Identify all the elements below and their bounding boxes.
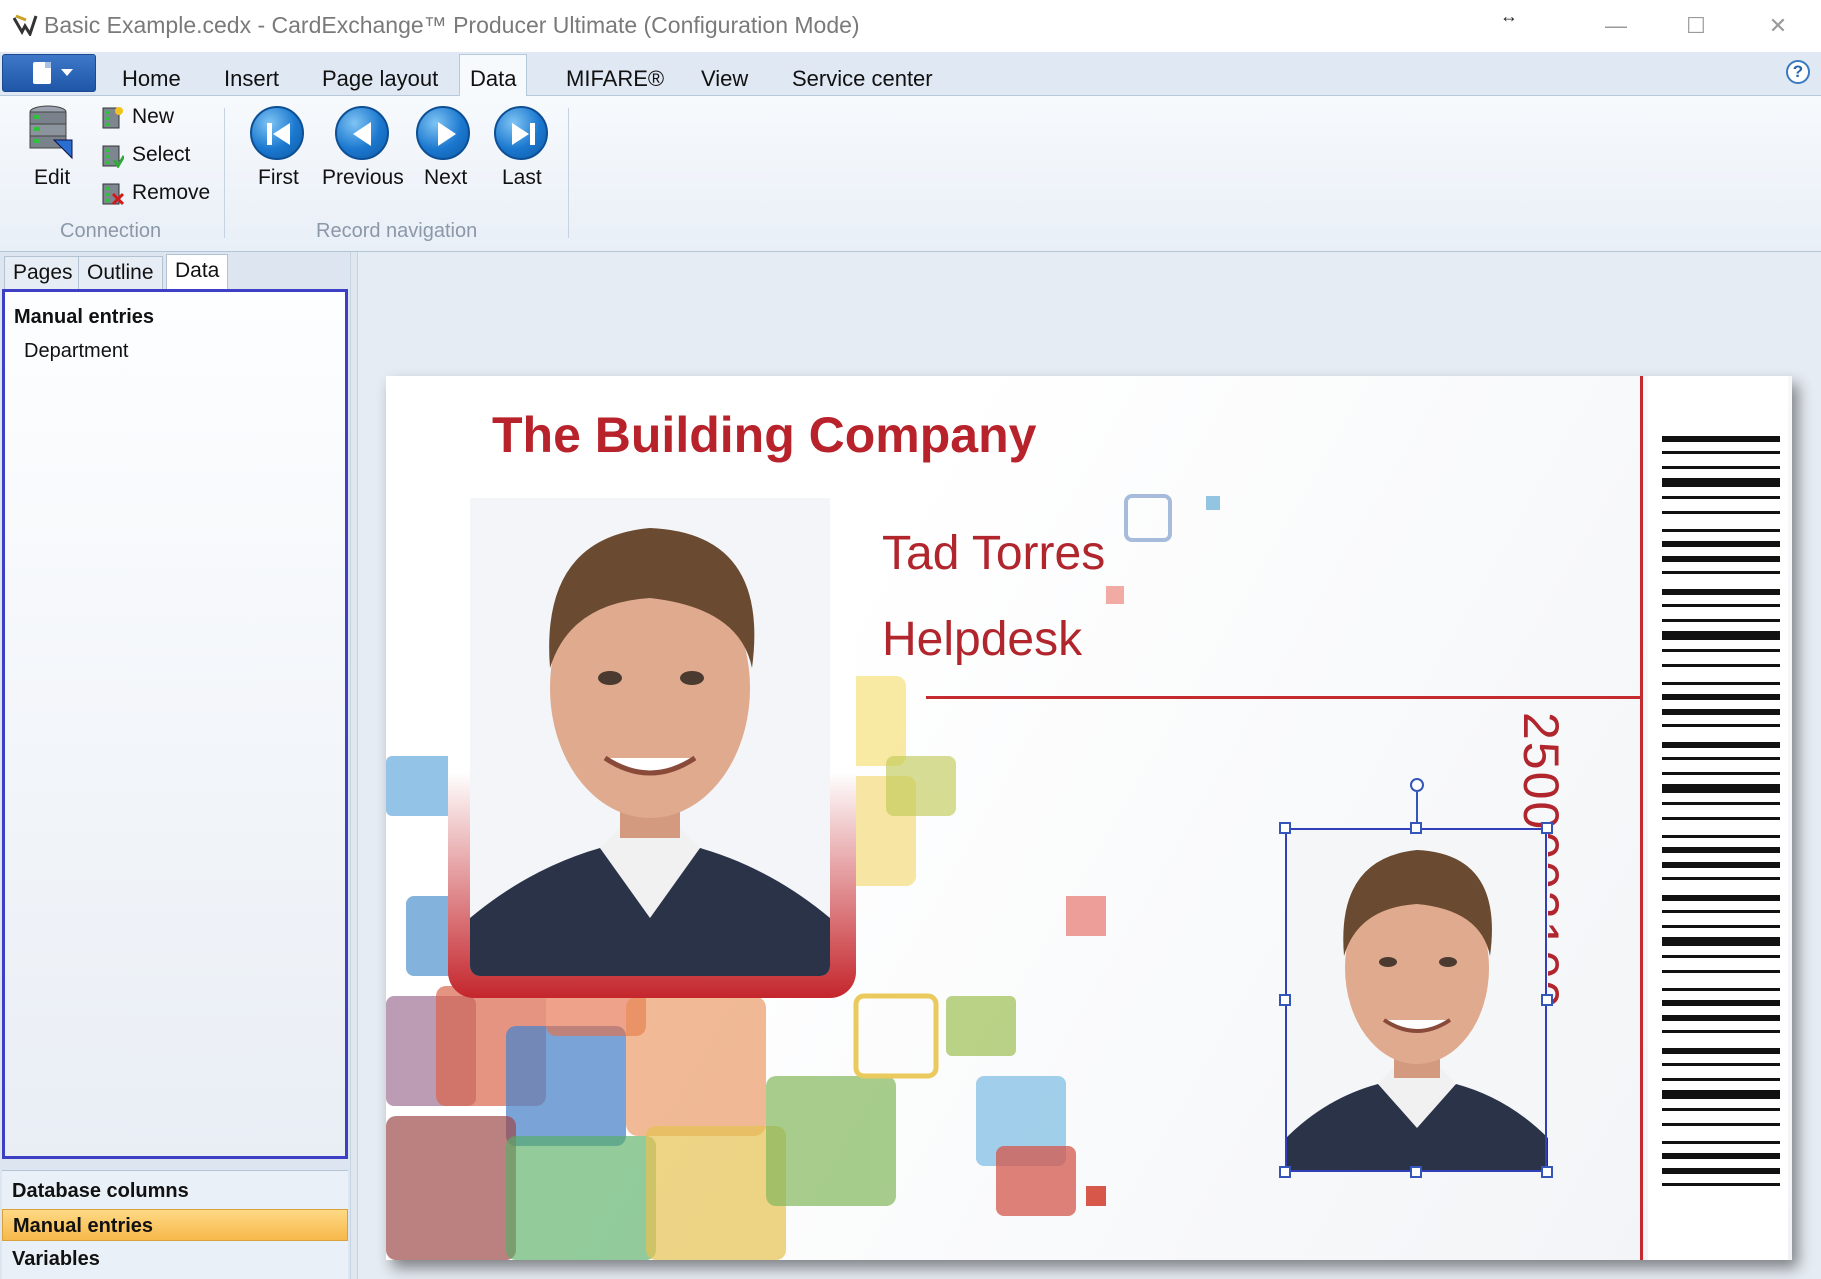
title-bar: Basic Example.cedx - CardExchange™ Produ… bbox=[0, 0, 1821, 52]
previous-record-icon bbox=[335, 106, 389, 160]
group-separator bbox=[568, 108, 569, 238]
resize-handle-bottom-right[interactable] bbox=[1541, 1166, 1553, 1178]
remove-button[interactable]: Remove bbox=[102, 178, 212, 210]
next-record-button[interactable]: Next bbox=[414, 96, 474, 192]
next-label: Next bbox=[424, 166, 468, 189]
company-name[interactable]: The Building Company bbox=[492, 406, 1036, 464]
window-title: Basic Example.cedx - CardExchange™ Produ… bbox=[44, 12, 860, 38]
resize-handle-right[interactable] bbox=[1541, 994, 1553, 1006]
tab-data-panel[interactable]: Data bbox=[166, 254, 229, 291]
nav-variables[interactable]: Variables bbox=[2, 1243, 348, 1275]
barcode[interactable] bbox=[1648, 376, 1788, 1260]
nav-database-columns[interactable]: Database columns bbox=[2, 1175, 348, 1207]
close-button[interactable]: ✕ bbox=[1748, 8, 1808, 44]
divider-line bbox=[1640, 376, 1643, 1260]
resize-handle-left[interactable] bbox=[1279, 994, 1291, 1006]
document-icon bbox=[33, 62, 51, 84]
database-select-icon bbox=[102, 145, 124, 168]
divider-line bbox=[926, 696, 1642, 699]
previous-record-button[interactable]: Previous bbox=[318, 96, 408, 192]
file-menu-button[interactable] bbox=[2, 54, 96, 92]
nav-manual-entries[interactable]: Manual entries bbox=[2, 1209, 348, 1241]
last-label: Last bbox=[502, 166, 542, 189]
minimize-button[interactable]: — bbox=[1586, 8, 1646, 44]
resize-handle-bottom-left[interactable] bbox=[1279, 1166, 1291, 1178]
resize-handle-top[interactable] bbox=[1410, 822, 1422, 834]
resize-handle-top-left[interactable] bbox=[1279, 822, 1291, 834]
group-separator bbox=[224, 108, 225, 238]
person-portrait-icon bbox=[470, 528, 830, 976]
tree-item-department[interactable]: Department bbox=[24, 340, 129, 363]
id-card-canvas[interactable]: The Building Company Tad Torres Helpdesk… bbox=[386, 376, 1792, 1260]
maximize-button[interactable]: ☐ bbox=[1666, 8, 1726, 44]
connection-group-label: Connection bbox=[60, 220, 162, 242]
select-label: Select bbox=[132, 143, 191, 166]
ribbon: Edit New Select Remove Connection First bbox=[0, 96, 1821, 252]
remove-label: Remove bbox=[132, 181, 211, 204]
department-field[interactable]: Helpdesk bbox=[882, 612, 1082, 667]
barcode-graphic bbox=[1662, 436, 1780, 1186]
rotate-handle[interactable] bbox=[1410, 778, 1424, 792]
last-record-icon bbox=[494, 106, 548, 160]
tab-page-layout[interactable]: Page layout bbox=[312, 62, 448, 96]
tab-mifare[interactable]: MIFARE® bbox=[556, 62, 674, 96]
data-source-nav-list: Database columns Manual entries Variable… bbox=[2, 1170, 348, 1279]
tab-service-center[interactable]: Service center bbox=[782, 62, 943, 96]
tab-data[interactable]: Data bbox=[459, 54, 528, 97]
tab-view[interactable]: View bbox=[691, 62, 758, 96]
record-navigation-group-label: Record navigation bbox=[316, 220, 478, 242]
first-record-icon bbox=[250, 106, 304, 160]
tree-heading: Manual entries bbox=[14, 306, 155, 328]
edit-label: Edit bbox=[34, 166, 71, 189]
panel-splitter[interactable] bbox=[350, 252, 358, 1279]
tab-outline[interactable]: Outline bbox=[78, 256, 163, 290]
resize-icon[interactable]: ↔ bbox=[1500, 6, 1518, 27]
last-record-button[interactable]: Last bbox=[492, 96, 552, 192]
main-photo-frame[interactable] bbox=[448, 496, 856, 998]
first-label: First bbox=[258, 166, 299, 189]
person-name-field[interactable]: Tad Torres bbox=[882, 526, 1105, 581]
resize-handle-bottom[interactable] bbox=[1410, 1166, 1422, 1178]
data-tree-panel: Manual entries Department bbox=[2, 289, 348, 1159]
tab-pages[interactable]: Pages bbox=[4, 256, 82, 290]
app-logo-icon bbox=[12, 14, 38, 36]
ribbon-tab-row: Home Insert Page layout Data MIFARE® Vie… bbox=[0, 52, 1821, 97]
main-photo[interactable] bbox=[470, 498, 830, 976]
previous-label: Previous bbox=[322, 166, 404, 189]
edit-button[interactable]: Edit bbox=[20, 104, 84, 194]
database-edit-icon bbox=[29, 105, 73, 160]
tab-home[interactable]: Home bbox=[112, 62, 191, 96]
database-remove-icon bbox=[102, 183, 124, 206]
selection-box[interactable] bbox=[1285, 828, 1547, 1172]
tab-insert[interactable]: Insert bbox=[214, 62, 289, 96]
first-record-button[interactable]: First bbox=[248, 96, 308, 192]
new-button[interactable]: New bbox=[102, 102, 212, 134]
resize-handle-top-right[interactable] bbox=[1541, 822, 1553, 834]
new-label: New bbox=[132, 105, 175, 128]
chevron-down-icon bbox=[61, 69, 73, 76]
database-new-icon bbox=[102, 107, 123, 129]
next-record-icon bbox=[416, 106, 470, 160]
panel-tab-row: Pages Outline Data bbox=[0, 252, 350, 291]
select-button[interactable]: Select bbox=[102, 140, 212, 172]
help-icon[interactable]: ? bbox=[1786, 60, 1810, 84]
